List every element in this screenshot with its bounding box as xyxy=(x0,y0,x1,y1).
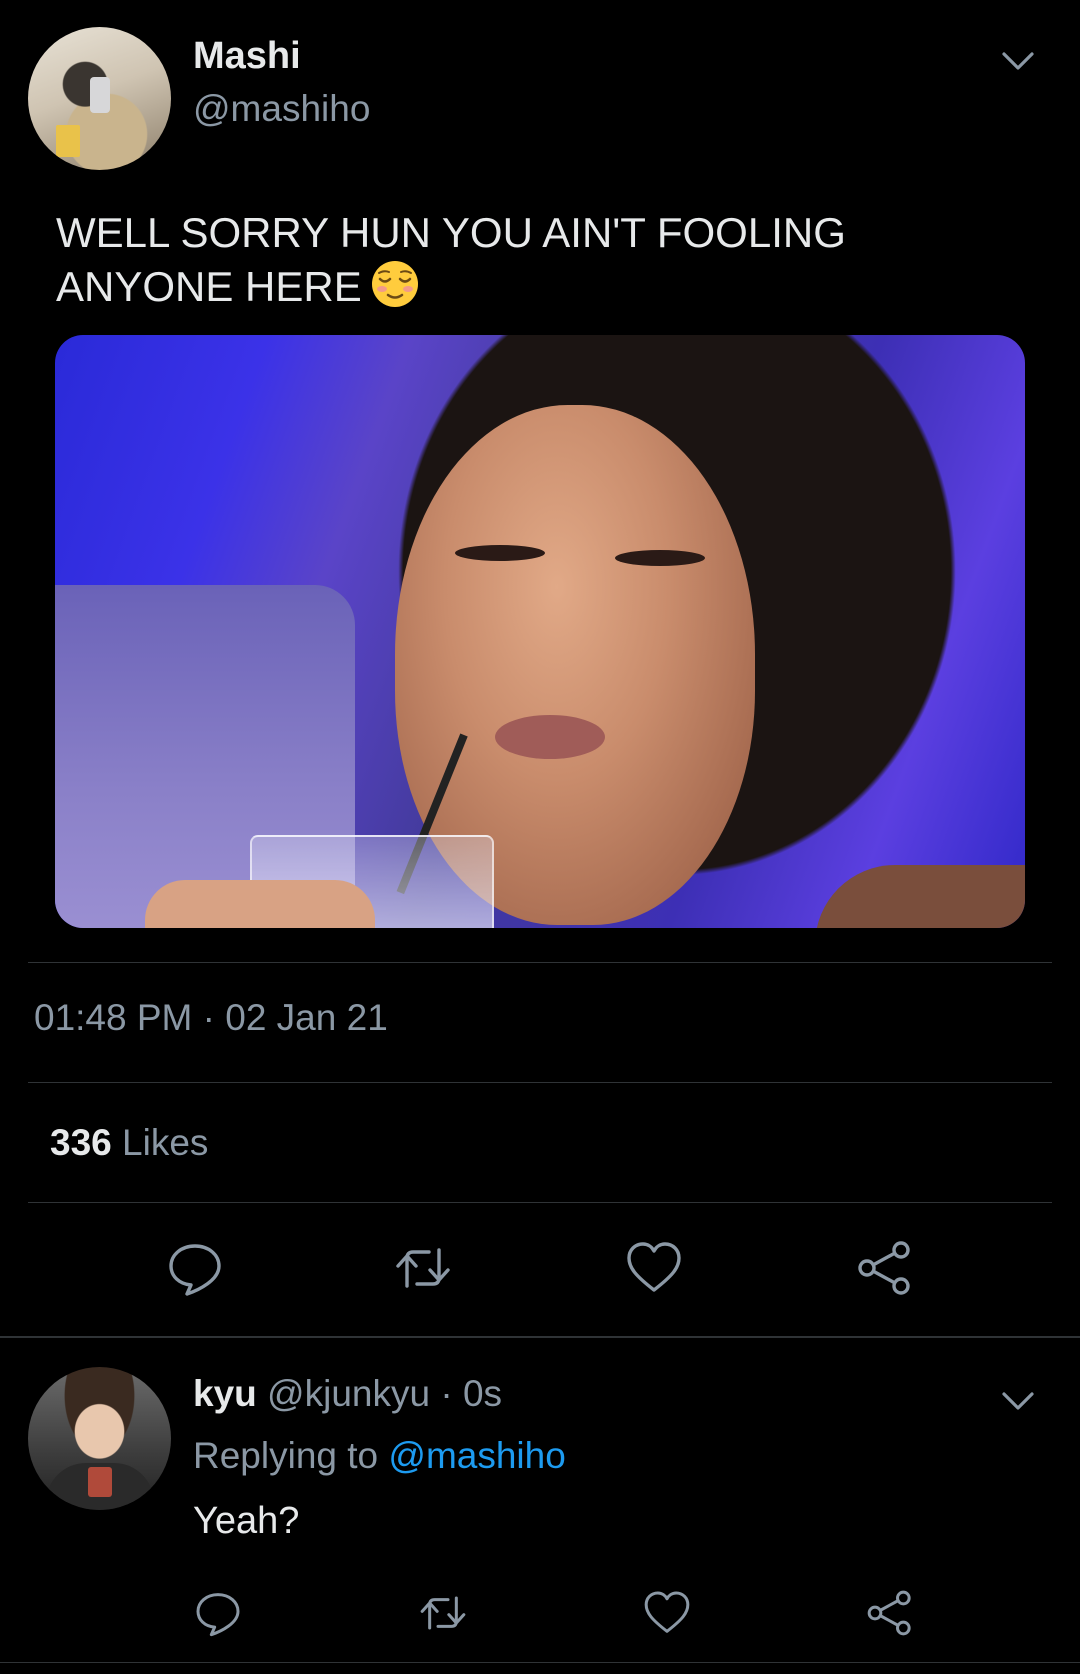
tweet-text-content: WELL SORRY HUN YOU AIN'T FOOLING ANYONE … xyxy=(56,209,846,310)
media-eye-right xyxy=(615,550,705,566)
likes-count: 336 xyxy=(50,1122,112,1163)
avatar-box xyxy=(56,125,80,157)
author-avatar[interactable] xyxy=(28,27,171,170)
tweet-text: WELL SORRY HUN YOU AIN'T FOOLING ANYONE … xyxy=(56,207,1016,313)
relieved-face-icon xyxy=(370,259,420,309)
like-icon[interactable] xyxy=(642,1588,692,1638)
reply-icon[interactable] xyxy=(193,1588,243,1638)
divider xyxy=(28,1202,1052,1203)
tweet-timestamp: 01:48 PM · 02 Jan 21 xyxy=(34,997,388,1038)
reply-header: kyu @kjunkyu · 0s xyxy=(193,1373,502,1415)
chevron-down-icon[interactable] xyxy=(998,1380,1038,1420)
divider xyxy=(28,962,1052,963)
divider xyxy=(28,1082,1052,1083)
share-icon[interactable] xyxy=(865,1588,915,1638)
reply-author-name[interactable]: kyu xyxy=(193,1373,257,1414)
media-lips xyxy=(495,715,605,759)
author-handle[interactable]: @mashiho xyxy=(193,88,370,130)
share-icon[interactable] xyxy=(855,1238,915,1298)
replying-to: Replying to @mashiho xyxy=(193,1435,566,1477)
retweet-icon[interactable] xyxy=(418,1588,468,1638)
reply-author-avatar[interactable] xyxy=(28,1367,171,1510)
reply-author-meta[interactable]: @kjunkyu · 0s xyxy=(267,1373,502,1414)
divider xyxy=(0,1662,1080,1663)
reply-text: Yeah? xyxy=(193,1500,300,1542)
chevron-down-icon[interactable] xyxy=(998,40,1038,80)
likes-label: Likes xyxy=(122,1122,209,1163)
tweet-media-image[interactable] xyxy=(55,335,1025,928)
replying-to-prefix: Replying to xyxy=(193,1435,379,1476)
media-hand xyxy=(145,880,375,928)
avatar-collar xyxy=(88,1467,112,1497)
retweet-icon[interactable] xyxy=(393,1238,453,1298)
replying-to-mention[interactable]: @mashiho xyxy=(388,1435,565,1476)
media-eye-left xyxy=(455,545,545,561)
reply-icon[interactable] xyxy=(165,1238,225,1298)
avatar-phone xyxy=(90,77,110,113)
likes-stat[interactable]: 336 Likes xyxy=(50,1122,208,1164)
like-icon[interactable] xyxy=(624,1238,684,1298)
author-name[interactable]: Mashi xyxy=(193,35,301,78)
divider xyxy=(0,1336,1080,1338)
